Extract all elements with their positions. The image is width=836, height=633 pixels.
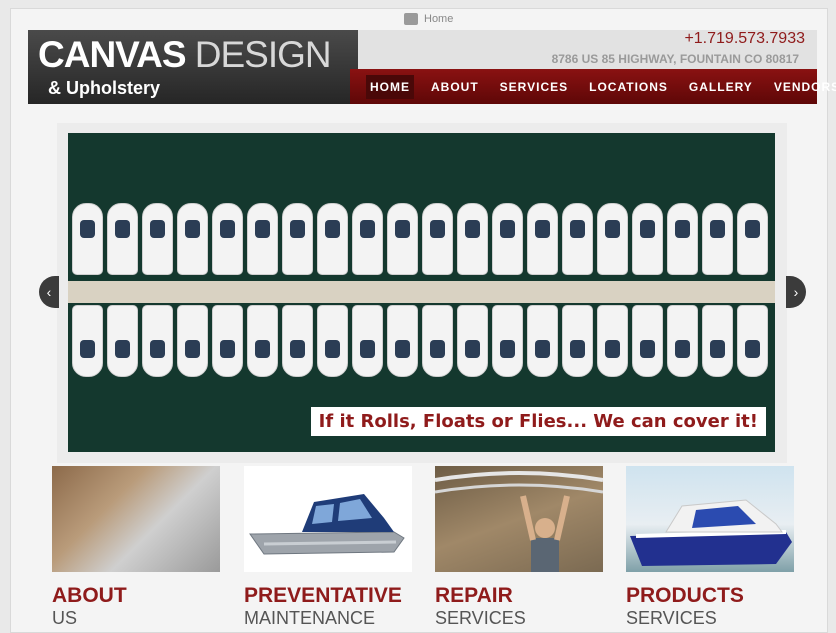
nav-item-locations[interactable]: LOCATIONS (585, 75, 672, 99)
breadcrumb[interactable]: Home (404, 12, 453, 26)
feature-preventative-maintenance[interactable]: PREVENTATIVE MAINTENANCE (244, 466, 412, 629)
nav-item-services[interactable]: SERVICES (496, 75, 572, 99)
logo-light-word: DESIGN (194, 34, 332, 75)
dock-pier (68, 281, 775, 303)
breadcrumb-home-label: Home (424, 13, 454, 25)
feature-title[interactable]: PREVENTATIVE (244, 584, 412, 608)
blue-boat-illustration (630, 499, 792, 566)
repair-thumbnail[interactable] (435, 466, 603, 572)
feature-repair-services[interactable]: REPAIR SERVICES (435, 466, 603, 629)
site-logo[interactable]: CANVAS DESIGN & Upholstery (28, 30, 358, 104)
address-text: 8786 US 85 HIGHWAY, FOUNTAIN CO 80817 (551, 52, 799, 66)
boats-row-top (68, 203, 768, 275)
feature-about[interactable]: ABOUT US (52, 466, 220, 629)
feature-products-services[interactable]: PRODUCTS SERVICES (626, 466, 794, 629)
about-thumbnail[interactable] (52, 466, 220, 572)
home-icon (404, 13, 418, 25)
slide-image-marina: If it Rolls, Floats or Flies... We can c… (68, 133, 775, 452)
nav-item-vendors[interactable]: VENDORS (770, 75, 836, 99)
repair-worker-illustration (435, 471, 603, 572)
nav-item-home[interactable]: HOME (366, 74, 414, 99)
chevron-left-icon: ‹ (46, 284, 52, 300)
feature-title[interactable]: PRODUCTS (626, 584, 794, 608)
phone-number[interactable]: +1.719.573.7933 (684, 30, 805, 48)
products-thumbnail[interactable] (626, 466, 794, 572)
feature-subtitle[interactable]: SERVICES (435, 608, 603, 629)
logo-line-1: CANVAS DESIGN (38, 34, 332, 76)
site-header: CANVAS DESIGN & Upholstery +1.719.573.79… (28, 30, 836, 104)
feature-title[interactable]: REPAIR (435, 584, 603, 608)
boat-cover-illustration (249, 494, 405, 555)
main-nav: HOME ABOUT SERVICES LOCATIONS GALLERY VE… (350, 69, 836, 104)
logo-bold-word: CANVAS (38, 34, 186, 75)
logo-line-2: & Upholstery (48, 78, 161, 98)
slide-tagline: If it Rolls, Floats or Flies... We can c… (310, 407, 766, 436)
maintenance-thumbnail[interactable] (244, 466, 412, 572)
chevron-right-icon: › (793, 284, 799, 300)
feature-subtitle[interactable]: MAINTENANCE (244, 608, 412, 629)
boats-row-bottom (68, 305, 768, 377)
feature-subtitle[interactable]: US (52, 608, 220, 629)
nav-item-gallery[interactable]: GALLERY (685, 75, 757, 99)
feature-subtitle[interactable]: SERVICES (626, 608, 794, 629)
nav-item-about[interactable]: ABOUT (427, 75, 483, 99)
feature-title[interactable]: ABOUT (52, 584, 220, 608)
hero-slider: If it Rolls, Floats or Flies... We can c… (57, 123, 787, 463)
